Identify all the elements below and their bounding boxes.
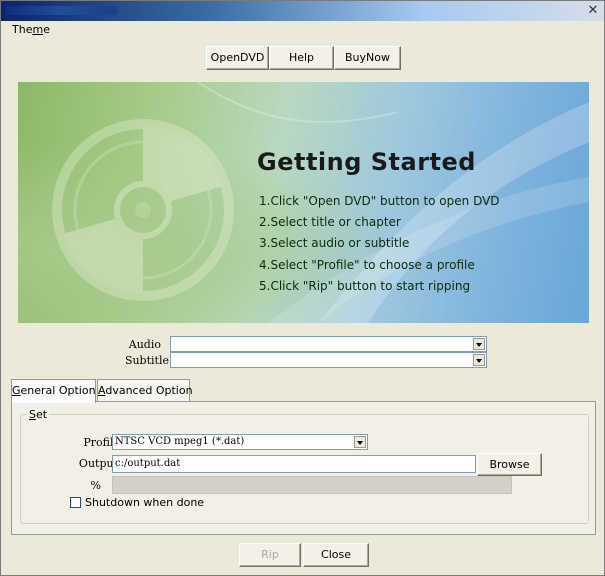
audio-label: Audio: [128, 338, 161, 351]
open-dvd-button[interactable]: OpenDVD: [206, 46, 269, 70]
chevron-down-icon[interactable]: [354, 436, 366, 448]
rip-button[interactable]: Rip: [239, 543, 301, 567]
title-bar[interactable]: ✕: [1, 1, 604, 21]
set-group: Set Profile NTSC VCD mpeg1 (*.dat) Outpu…: [20, 408, 589, 524]
chevron-down-icon[interactable]: [473, 338, 485, 350]
menu-bar: Theme: [1, 21, 604, 39]
step-5: 5.Click "Rip" button to start ripping: [259, 279, 471, 293]
close-icon[interactable]: ✕: [586, 4, 600, 18]
set-group-title: Set: [27, 408, 50, 421]
shutdown-label[interactable]: Shutdown when done: [85, 496, 204, 509]
audio-select[interactable]: [170, 336, 487, 352]
tab-general-mnemonic: G: [12, 384, 21, 397]
subtitle-label: Subtitle: [124, 354, 169, 367]
banner-title: Getting Started: [257, 148, 476, 176]
getting-started-banner: Getting Started 1.Click "Open DVD" butto…: [18, 82, 589, 323]
step-2: 2.Select title or chapter: [259, 215, 401, 229]
set-group-mnemonic: S: [29, 408, 36, 421]
buy-now-button[interactable]: BuyNow: [334, 46, 401, 70]
step-3: 3.Select audio or subtitle: [259, 236, 410, 250]
step-4: 4.Select "Profile" to choose a profile: [259, 258, 475, 272]
menu-theme-mnemonic: m: [32, 23, 44, 36]
tab-advanced-option[interactable]: Advanced Option: [97, 379, 193, 402]
profile-value: NTSC VCD mpeg1 (*.dat): [115, 436, 245, 447]
general-option-panel: Set Profile NTSC VCD mpeg1 (*.dat) Outpu…: [11, 401, 596, 535]
main-window: ✕ Theme OpenDVD Help BuyNow Getting Star…: [0, 0, 605, 576]
step-1: 1.Click "Open DVD" button to open DVD: [259, 194, 500, 208]
subtitle-select[interactable]: [170, 352, 487, 368]
browse-button[interactable]: Browse: [477, 453, 542, 476]
output-label: Output: [78, 457, 118, 470]
percent-label: %: [90, 479, 101, 492]
progress-bar: [112, 476, 512, 494]
output-path-input[interactable]: c:/output.dat: [112, 455, 476, 473]
disc-graphic: [52, 119, 234, 301]
tab-general-option[interactable]: General Option: [11, 379, 96, 403]
tab-advanced-label: dvanced Option: [105, 384, 193, 397]
window-title: [7, 4, 117, 16]
help-button[interactable]: Help: [269, 46, 334, 70]
chevron-down-icon[interactable]: [473, 354, 485, 366]
menu-theme[interactable]: Theme: [12, 23, 50, 36]
profile-select[interactable]: NTSC VCD mpeg1 (*.dat): [112, 434, 368, 450]
tab-general-label: eneral Option: [20, 384, 96, 397]
shutdown-checkbox[interactable]: [70, 497, 81, 508]
close-button[interactable]: Close: [303, 543, 369, 567]
menu-theme-text-end: e: [43, 23, 50, 36]
menu-theme-text: The: [12, 23, 33, 36]
set-group-label: et: [35, 408, 48, 421]
